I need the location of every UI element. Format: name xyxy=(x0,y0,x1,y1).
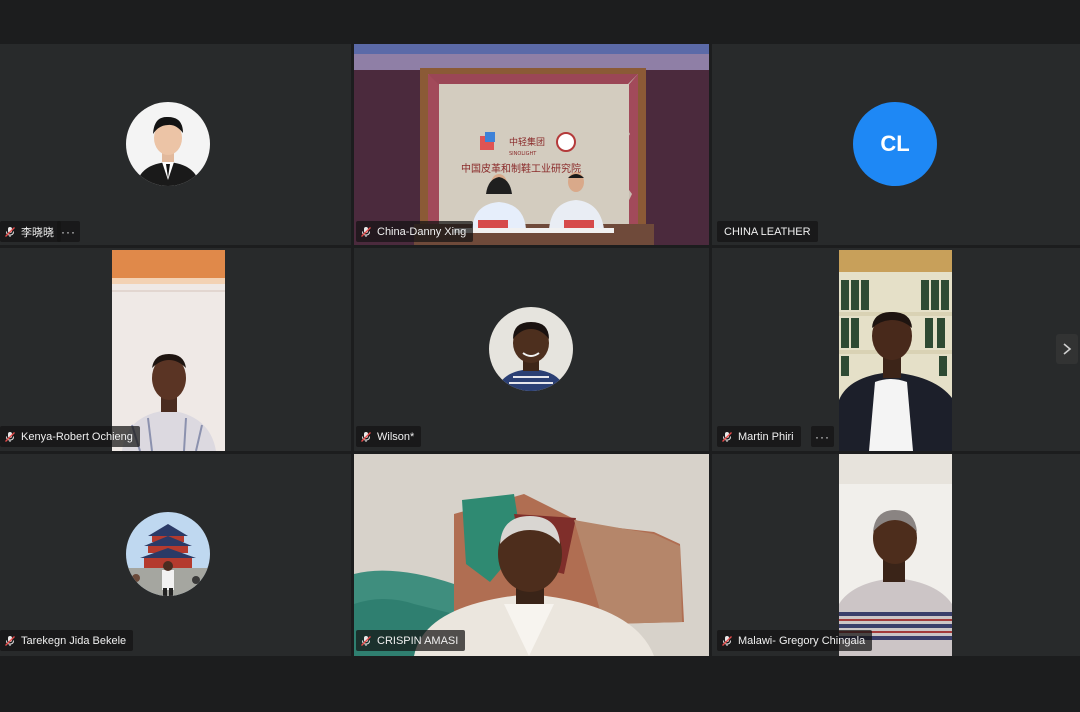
top-bar xyxy=(0,0,1080,44)
participant-avatar xyxy=(489,307,573,391)
participant-tile-7[interactable]: Tarekegn Jida Bekele xyxy=(0,454,351,656)
participant-name: China-Danny Xing xyxy=(377,225,467,238)
mic-muted-icon xyxy=(722,635,732,646)
participant-avatar xyxy=(126,102,210,186)
mic-muted-icon xyxy=(361,431,371,442)
participant-name-tag: CRISPIN AMASI xyxy=(356,630,466,651)
mic-muted-icon xyxy=(5,431,15,442)
mic-muted-icon xyxy=(5,226,15,237)
participant-video xyxy=(839,454,952,656)
participant-name: Malawi- Gregory Chingala xyxy=(738,634,866,647)
participant-name: Martin Phiri xyxy=(738,430,794,443)
chevron-right-icon xyxy=(1063,343,1072,355)
participant-tile-3[interactable]: CL CHINA LEATHER xyxy=(712,44,1080,245)
participant-tile-1[interactable]: 李晓晓 ··· xyxy=(0,44,351,245)
participant-name-tag: China-Danny Xing xyxy=(356,221,474,242)
mic-muted-icon xyxy=(361,635,371,646)
mic-muted-icon xyxy=(361,226,371,237)
participant-name-tag: Wilson* xyxy=(356,426,422,447)
participant-video: 中轻集团 SINOLIGHT 中国皮革和制鞋工业研究院 xyxy=(354,44,709,245)
participant-video xyxy=(354,454,709,656)
participant-name: Kenya-Robert Ochieng xyxy=(21,430,133,443)
mic-muted-icon xyxy=(5,635,15,646)
participant-name-tag: Martin Phiri xyxy=(717,426,801,447)
participant-tile-2[interactable]: 中轻集团 SINOLIGHT 中国皮革和制鞋工业研究院 China-Danny … xyxy=(354,44,709,245)
initials-avatar: CL xyxy=(853,102,937,186)
more-options-button[interactable]: ··· xyxy=(811,426,834,447)
participant-tile-4[interactable]: Kenya-Robert Ochieng xyxy=(0,248,351,451)
participant-tile-6[interactable]: Martin Phiri ··· xyxy=(712,248,1080,451)
participant-name: CRISPIN AMASI xyxy=(377,634,459,647)
participant-name: 李晓晓 xyxy=(21,226,54,239)
svg-text:中轻集团: 中轻集团 xyxy=(509,136,545,148)
more-options-button[interactable]: ··· xyxy=(57,221,80,242)
next-page-button[interactable] xyxy=(1056,334,1078,364)
mic-muted-icon xyxy=(722,431,732,442)
participant-name: Wilson* xyxy=(377,430,415,443)
participant-avatar xyxy=(126,512,210,596)
participant-name-tag: 李晓晓 xyxy=(0,221,61,242)
participant-name: CHINA LEATHER xyxy=(724,225,811,238)
participant-tile-9[interactable]: Malawi- Gregory Chingala xyxy=(712,454,1080,656)
participant-video xyxy=(839,250,952,451)
participant-name-tag: CHINA LEATHER xyxy=(717,221,818,242)
participant-video xyxy=(112,250,225,451)
participant-tile-5[interactable]: Wilson* xyxy=(354,248,709,451)
participant-name-tag: Kenya-Robert Ochieng xyxy=(0,426,140,447)
svg-text:中国皮革和制鞋工业研究院: 中国皮革和制鞋工业研究院 xyxy=(461,162,581,175)
participant-name: Tarekegn Jida Bekele xyxy=(21,634,127,647)
svg-text:SINOLIGHT: SINOLIGHT xyxy=(509,151,537,157)
participant-name-tag: Tarekegn Jida Bekele xyxy=(0,630,134,651)
participant-name-tag: Malawi- Gregory Chingala xyxy=(717,630,873,651)
bottom-bar xyxy=(0,656,1080,712)
participant-tile-8[interactable]: CRISPIN AMASI xyxy=(354,454,709,656)
